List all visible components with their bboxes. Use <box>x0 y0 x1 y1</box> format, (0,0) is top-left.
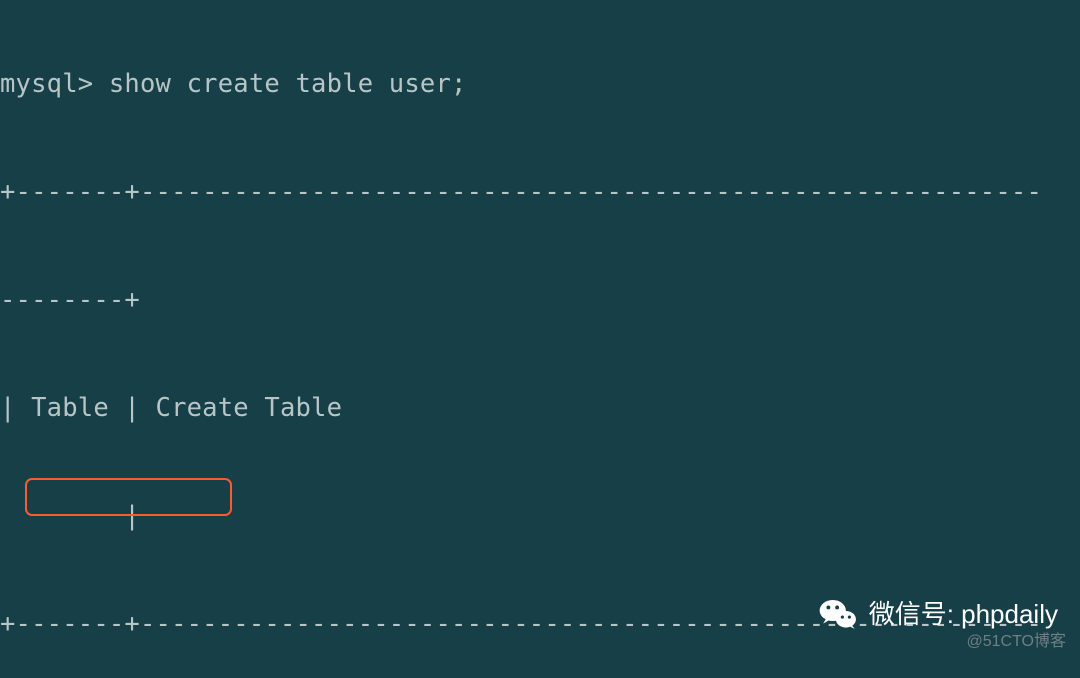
watermark-text: @51CTO博客 <box>966 624 1066 660</box>
terminal-line: | <box>0 498 1080 534</box>
terminal-line: --------+ <box>0 282 1080 318</box>
wechat-icon <box>817 593 859 635</box>
terminal-line: mysql> show create table user; <box>0 66 1080 102</box>
terminal-line: | Table | Create Table <box>0 390 1080 426</box>
terminal-output: mysql> show create table user; +-------+… <box>0 0 1080 678</box>
terminal-line: +-------+-------------------------------… <box>0 174 1080 210</box>
